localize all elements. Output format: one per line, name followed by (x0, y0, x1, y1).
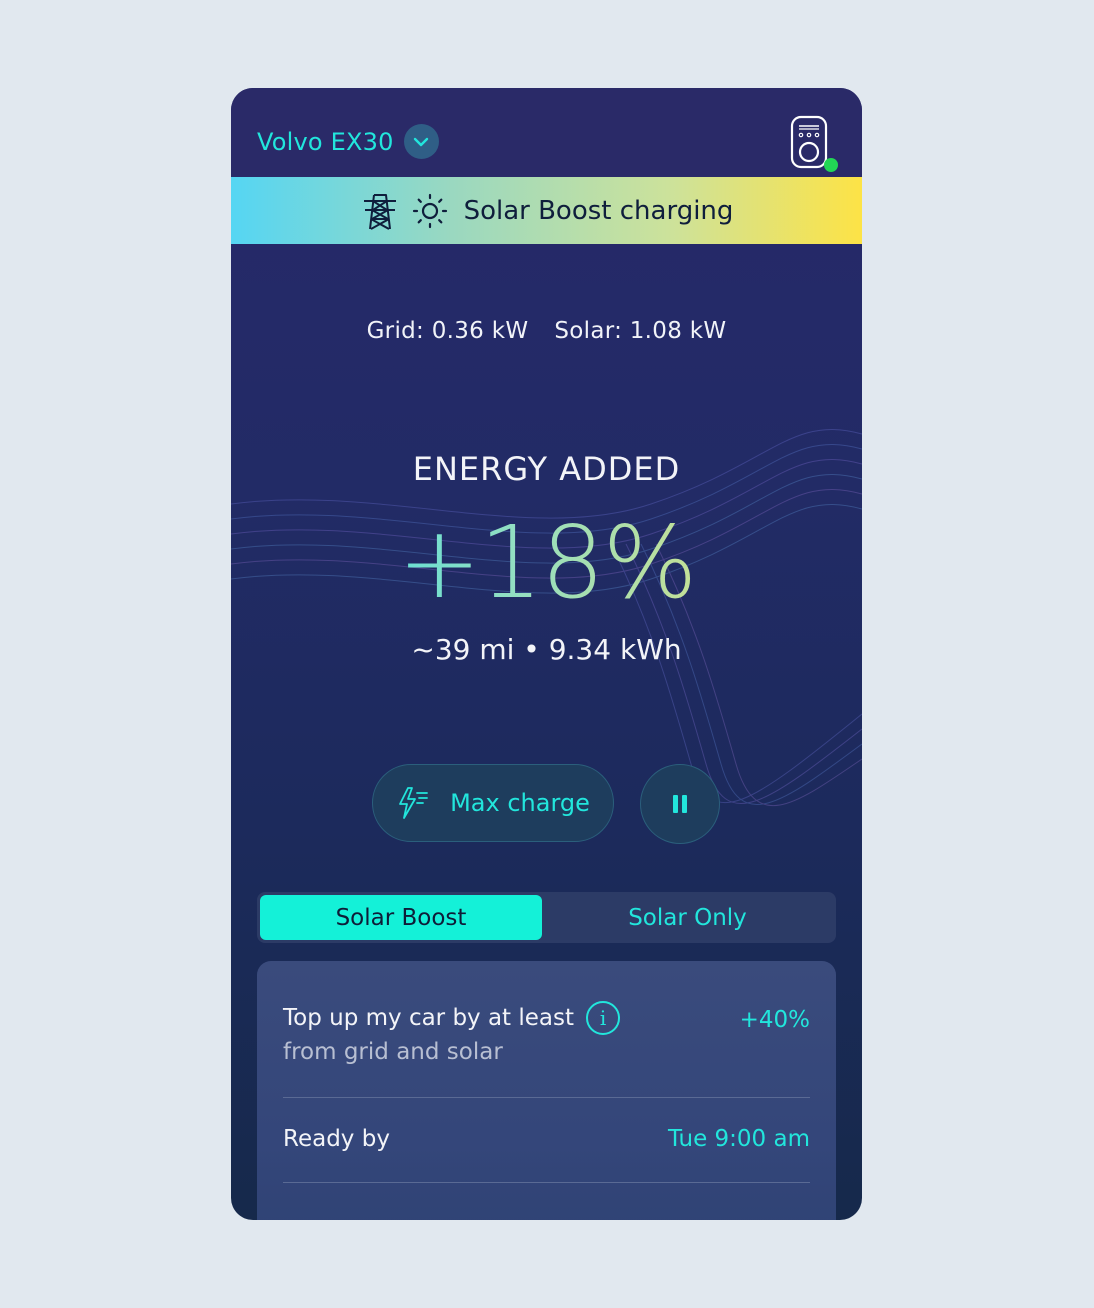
ready-by-label: Ready by (283, 1126, 390, 1152)
energy-added-label: ENERGY ADDED (412, 450, 681, 488)
vehicle-selector[interactable]: Volvo EX30 (257, 124, 439, 159)
topup-subtitle: from grid and solar (283, 1039, 503, 1065)
divider (283, 1182, 810, 1183)
grid-power: Grid: 0.36 kW (366, 318, 529, 344)
topup-title: Top up my car by at least (283, 1005, 575, 1031)
power-tower-icon (363, 193, 396, 230)
settings-panel: Top up my car by at least i from grid an… (257, 961, 836, 1220)
app-card: Volvo EX30 Solar Boost charging Grid: 0.… (231, 88, 862, 1220)
energy-added-details: ~39 mi • 9.34 kWh (411, 633, 682, 666)
pause-icon (673, 795, 687, 813)
sun-icon (412, 193, 447, 228)
status-dot (824, 158, 838, 172)
charger-status-button[interactable] (788, 114, 838, 172)
mode-selector: Solar Boost Solar Only (257, 892, 836, 943)
lightning-fast-icon (399, 787, 428, 819)
chevron-down-icon (403, 124, 439, 159)
topup-row[interactable]: Top up my car by at least i from grid an… (283, 1001, 810, 1065)
ready-by-value[interactable]: Tue 9:00 am (668, 1126, 810, 1152)
max-charge-label: Max charge (450, 789, 590, 817)
ready-by-row[interactable]: Ready by Tue 9:00 am (283, 1126, 810, 1152)
vehicle-name: Volvo EX30 (257, 127, 394, 156)
solar-power: Solar: 1.08 kW (554, 318, 727, 344)
info-icon[interactable]: i (586, 1001, 621, 1035)
max-charge-button[interactable]: Max charge (372, 764, 614, 842)
top-bar: Volvo EX30 (231, 88, 862, 177)
charging-mode-banner: Solar Boost charging (231, 177, 862, 244)
tab-solar-boost[interactable]: Solar Boost (260, 895, 542, 940)
banner-text: Solar Boost charging (463, 195, 734, 226)
pause-button[interactable] (640, 764, 720, 844)
power-readout: Grid: 0.36 kW Solar: 1.08 kW (231, 318, 862, 344)
energy-added-value: +18% (231, 508, 862, 618)
tab-solar-only[interactable]: Solar Only (542, 895, 833, 940)
divider (283, 1097, 810, 1098)
topup-value[interactable]: +40% (740, 1007, 810, 1033)
